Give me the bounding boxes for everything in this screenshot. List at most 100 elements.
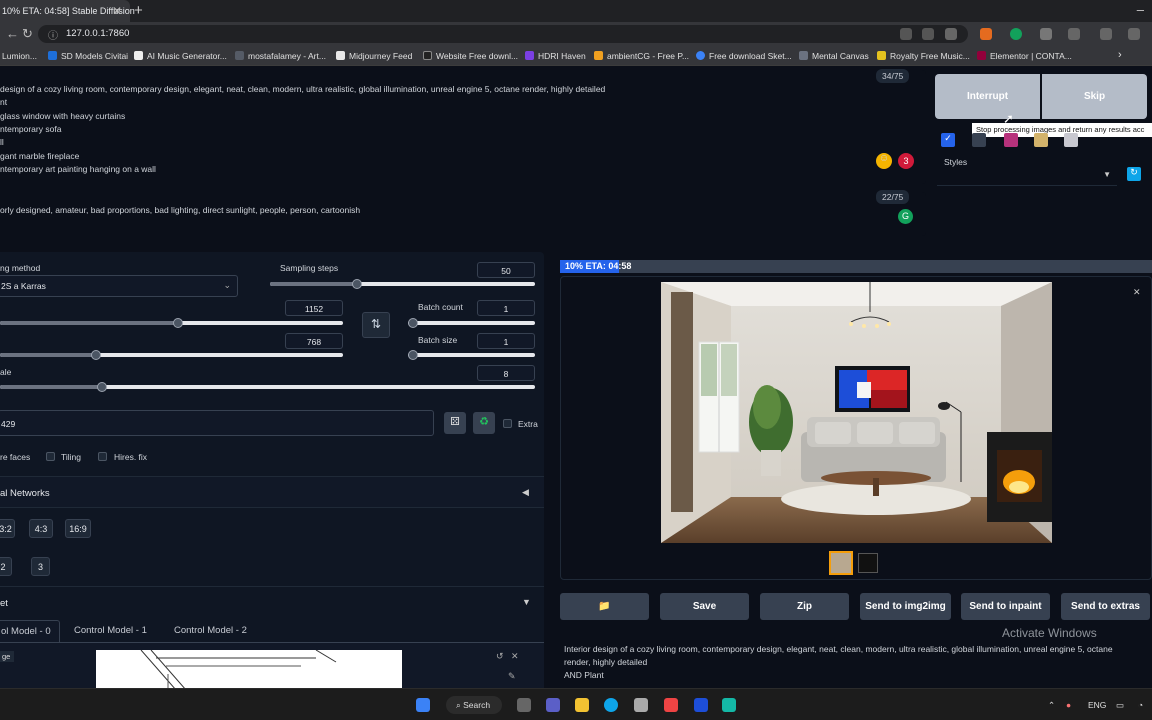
collections-icon[interactable] — [1128, 28, 1140, 40]
cfg-scale-slider[interactable] — [0, 382, 535, 392]
reuse-seed-recycle-icon[interactable]: ♻ — [473, 412, 495, 434]
style-icon[interactable] — [1004, 133, 1018, 147]
notification-icon[interactable]: ◔ — [1138, 700, 1143, 710]
windows-start-icon[interactable] — [416, 698, 430, 712]
trash-icon[interactable] — [972, 133, 986, 147]
tab-control-model-2[interactable]: Control Model - 2 — [174, 625, 247, 636]
close-tab-icon[interactable]: ✕ — [112, 4, 122, 18]
extension-icon[interactable] — [1040, 28, 1052, 40]
tray-chevron-icon[interactable]: ⌃ — [1048, 700, 1055, 711]
extra-networks-header[interactable]: al Networks ◀ — [0, 476, 544, 508]
close-icon[interactable]: ✕ — [511, 651, 519, 662]
bookmark-item[interactable]: mostafalamey - Art... — [235, 51, 326, 61]
height-input[interactable]: 768 — [285, 333, 343, 349]
batch-size-slider[interactable] — [408, 350, 535, 360]
bookmark-item[interactable]: HDRI Haven — [525, 51, 586, 61]
grammarly-icon[interactable] — [1010, 28, 1022, 40]
swap-dimensions-button[interactable]: ⇅ — [362, 312, 390, 338]
language-indicator[interactable]: ENG — [1088, 700, 1106, 710]
seed-input[interactable]: 429 — [0, 410, 434, 436]
edge-icon[interactable] — [604, 698, 618, 712]
controlnet-header[interactable]: et ▼ — [0, 586, 544, 618]
sampling-method-select[interactable]: 2S a Karras ⌄ — [0, 275, 238, 297]
tiling-checkbox[interactable] — [46, 452, 55, 461]
send-to-inpaint-button[interactable]: Send to inpaint — [961, 593, 1050, 620]
controlnet-image-area[interactable]: ge ↺ ✕ ✎ — [0, 642, 544, 692]
refresh-styles-icon[interactable]: ↻ — [1127, 167, 1141, 181]
bookmark-item[interactable]: Elementor | CONTA... — [977, 51, 1072, 61]
batch-size-input[interactable]: 1 — [477, 333, 535, 349]
extension-icon[interactable] — [922, 28, 934, 40]
extension-icon[interactable] — [900, 28, 912, 40]
bookmark-item[interactable]: ambientCG - Free P... — [594, 51, 689, 61]
hires-fix-checkbox[interactable] — [98, 452, 107, 461]
batch-count-input[interactable]: 1 — [477, 300, 535, 316]
bookmark-item[interactable]: Royalty Free Music... — [877, 51, 970, 61]
minimize-icon[interactable]: – — [1137, 2, 1144, 17]
taskbar-search[interactable]: ⌕ Search — [446, 696, 502, 714]
height-slider[interactable] — [0, 350, 343, 360]
bookmark-item[interactable]: Lumion... — [2, 51, 37, 61]
emoji-icon[interactable]: ☺ — [876, 153, 892, 169]
youtube-icon[interactable] — [664, 698, 678, 712]
width-slider[interactable] — [0, 318, 343, 328]
zip-button[interactable]: Zip — [760, 593, 849, 620]
send-to-extras-button[interactable]: Send to extras — [1061, 593, 1150, 620]
ratio-button[interactable]: 4:3 — [29, 519, 53, 538]
close-icon[interactable]: ✕ — [1133, 287, 1141, 298]
bookmark-item[interactable]: Website Free downl... — [423, 51, 518, 61]
chevron-right-icon[interactable]: › — [1118, 49, 1122, 61]
preset-button[interactable]: 2 — [0, 557, 12, 576]
url-input[interactable]: ⓘ 127.0.0.1:7860 — [38, 25, 968, 43]
cfg-scale-input[interactable]: 8 — [477, 365, 535, 381]
bookmark-item[interactable]: SD Models Civitai — [48, 51, 128, 61]
style-apply-icon[interactable]: ✓ — [941, 133, 955, 147]
teams-icon[interactable] — [546, 698, 560, 712]
extension-icon[interactable] — [980, 28, 992, 40]
file-explorer-icon[interactable] — [575, 698, 589, 712]
favorite-icon[interactable] — [945, 28, 957, 40]
reload-icon[interactable]: ↻ — [22, 26, 33, 42]
back-icon[interactable]: ← — [6, 26, 19, 41]
open-folder-button[interactable]: 📁 — [560, 593, 649, 620]
preset-button[interactable]: 3 — [31, 557, 50, 576]
send-to-img2img-button[interactable]: Send to img2img — [860, 593, 951, 620]
store-icon[interactable] — [634, 698, 648, 712]
ratio-button[interactable]: 3:2 — [0, 519, 15, 538]
negative-prompt-textarea[interactable]: orly designed, amateur, bad proportions,… — [0, 192, 926, 236]
ratio-button[interactable]: 16:9 — [65, 519, 91, 538]
extra-checkbox[interactable] — [503, 419, 512, 428]
interrupt-button[interactable]: Interrupt — [935, 74, 1040, 119]
bookmark-item[interactable]: AI Music Generator... — [134, 51, 227, 61]
styles-dropdown[interactable]: ▼ — [937, 164, 1117, 186]
tab-control-model-0[interactable]: ol Model - 0 — [0, 620, 60, 642]
generated-image[interactable] — [661, 282, 1052, 543]
notification-badge[interactable]: 3 — [898, 153, 914, 169]
bookmark-item[interactable]: Midjourney Feed — [336, 51, 412, 61]
thumbnail[interactable] — [858, 553, 878, 573]
app-icon[interactable] — [722, 698, 736, 712]
random-seed-dice-icon[interactable]: ⚄ — [444, 412, 466, 434]
clipboard-icon[interactable] — [1034, 133, 1048, 147]
microphone-icon[interactable]: ● — [1066, 700, 1071, 710]
width-input[interactable]: 1152 — [285, 300, 343, 316]
thumbnail-selected[interactable] — [829, 551, 853, 575]
refresh-ext-icon[interactable] — [1068, 28, 1080, 40]
bookmark-item[interactable]: Free download Sket... — [696, 51, 792, 61]
grammarly-icon[interactable]: G — [898, 209, 913, 224]
prompt-textarea[interactable]: design of a cozy living room, contempora… — [0, 70, 926, 184]
tab-control-model-1[interactable]: Control Model - 1 — [74, 625, 147, 636]
network-icon[interactable]: ▭ — [1116, 700, 1124, 711]
save-style-icon[interactable] — [1064, 133, 1078, 147]
batch-count-slider[interactable] — [408, 318, 535, 328]
edit-icon[interactable]: ✎ — [508, 671, 516, 682]
new-tab-button[interactable]: + — [134, 2, 143, 19]
save-button[interactable]: Save — [660, 593, 749, 620]
browser-tab[interactable]: 10% ETA: 04:58] Stable Diffusion ✕ — [0, 0, 135, 22]
site-info-icon[interactable]: ⓘ — [48, 27, 58, 42]
app-icon[interactable] — [694, 698, 708, 712]
favorites-icon[interactable] — [1100, 28, 1112, 40]
skip-button[interactable]: Skip — [1042, 74, 1147, 119]
bookmark-item[interactable]: Mental Canvas — [799, 51, 869, 61]
reset-icon[interactable]: ↺ — [496, 651, 504, 662]
